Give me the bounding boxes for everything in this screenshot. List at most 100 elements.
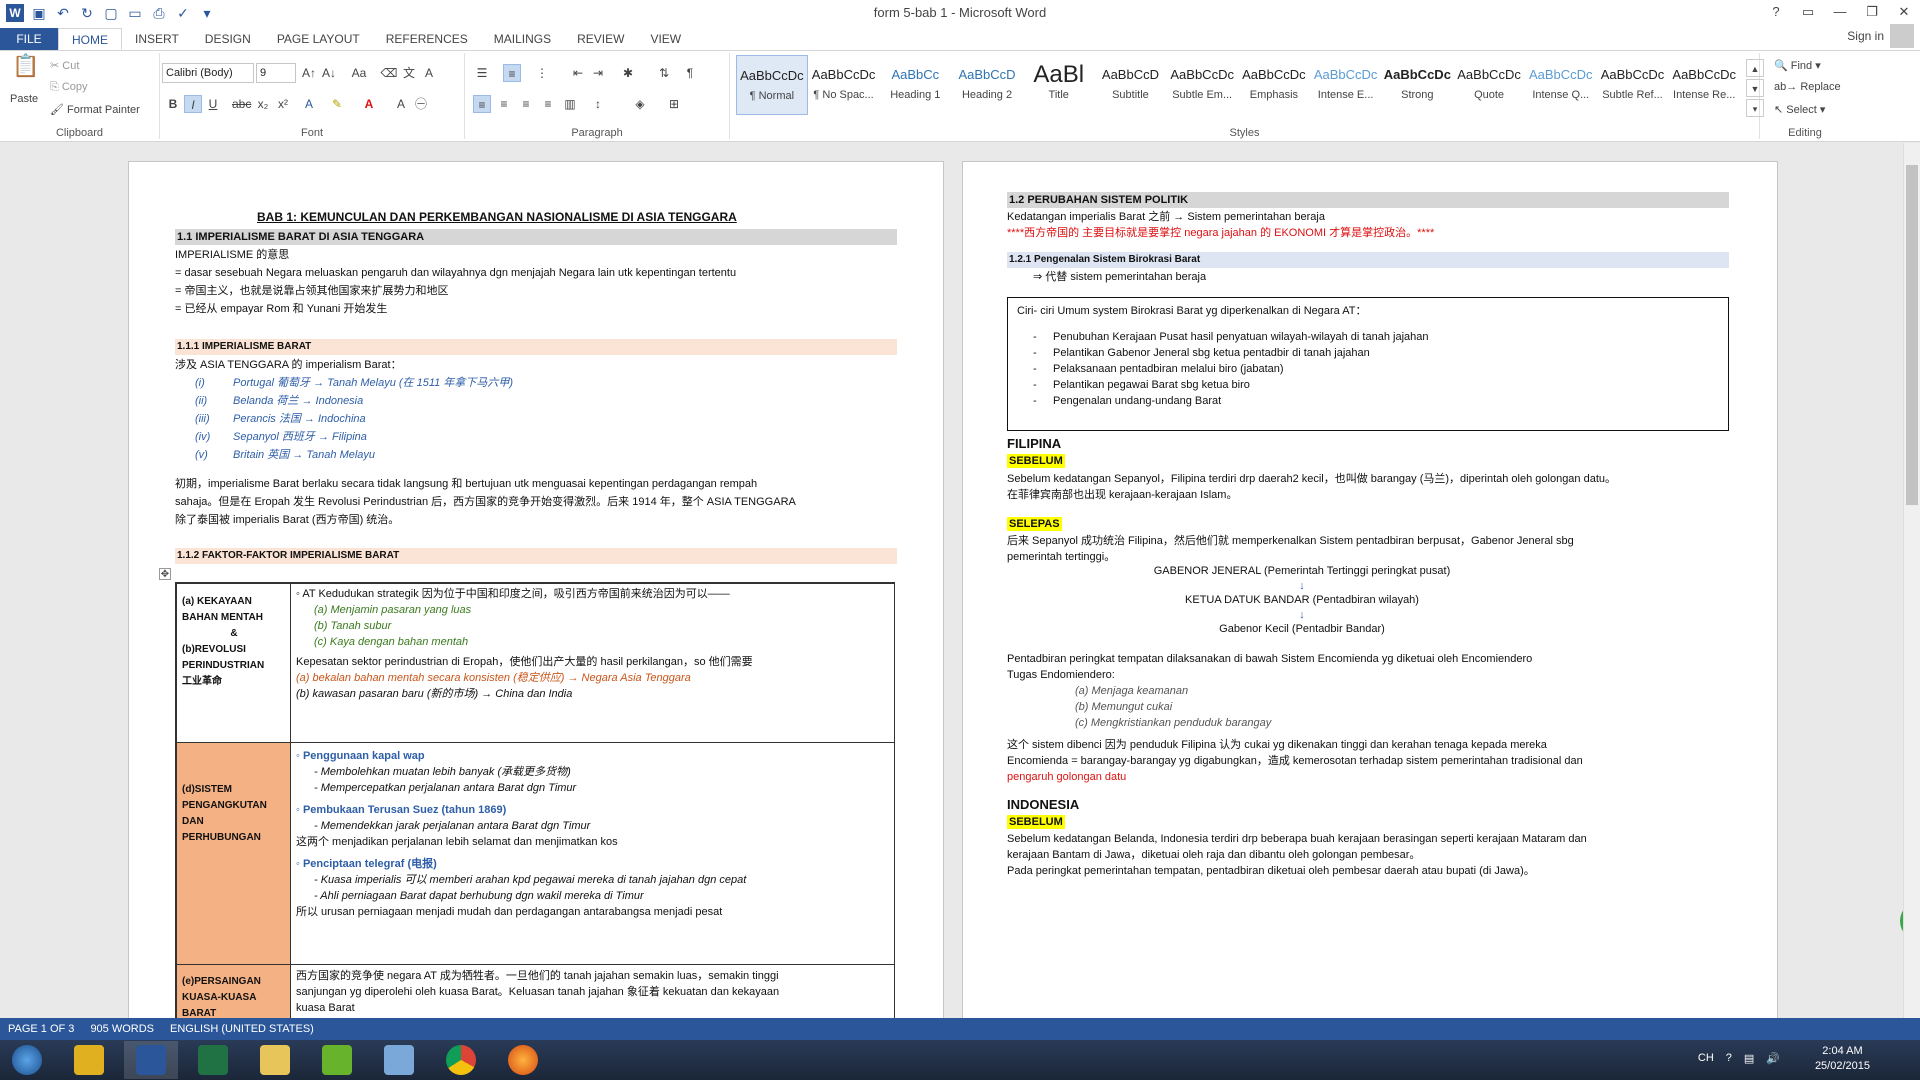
- paste-button[interactable]: Paste: [10, 93, 38, 105]
- table-move-handle-icon[interactable]: ✥: [159, 568, 171, 580]
- highlight-icon[interactable]: ✎: [328, 95, 346, 113]
- style-item[interactable]: AaBbCcDc Subtle Em...: [1166, 55, 1238, 115]
- page-2[interactable]: 1.2 PERUBAHAN SISTEM POLITIK Kedatangan …: [962, 161, 1778, 1018]
- bold-icon[interactable]: B: [164, 95, 182, 113]
- find-button[interactable]: 🔍 Find ▾: [1774, 59, 1821, 72]
- vertical-scrollbar[interactable]: [1903, 143, 1920, 1018]
- language-status[interactable]: ENGLISH (UNITED STATES): [162, 1018, 322, 1040]
- copy-button[interactable]: ⎘ Copy: [50, 81, 88, 94]
- text-effects-icon[interactable]: A: [300, 95, 318, 113]
- save-icon[interactable]: ▣: [30, 4, 48, 22]
- font-family-select[interactable]: Calibri (Body): [162, 63, 254, 83]
- taskbar-word[interactable]: [124, 1041, 178, 1079]
- font-color-icon[interactable]: A: [360, 95, 378, 113]
- redo-icon[interactable]: ↻: [78, 4, 96, 22]
- italic-icon[interactable]: I: [184, 95, 202, 113]
- change-case-icon[interactable]: Aa: [350, 64, 368, 82]
- justify-icon[interactable]: ≡: [539, 95, 557, 113]
- tab-view[interactable]: VIEW: [637, 28, 694, 50]
- tab-review[interactable]: REVIEW: [564, 28, 637, 50]
- sign-in-link[interactable]: Sign in: [1847, 29, 1884, 43]
- numbering-icon[interactable]: ≡: [503, 64, 521, 82]
- style-item[interactable]: AaBbCcD Heading 2: [951, 55, 1023, 115]
- taskbar-chrome[interactable]: [434, 1041, 488, 1079]
- style-item[interactable]: AaBl Title: [1023, 55, 1095, 115]
- superscript-icon[interactable]: x²: [274, 95, 292, 113]
- taskbar-explorer[interactable]: [248, 1041, 302, 1079]
- customize-qat-icon[interactable]: ▾: [198, 4, 216, 22]
- close-icon[interactable]: ✕: [1888, 0, 1920, 24]
- clear-formatting-icon[interactable]: ⌫: [380, 64, 398, 82]
- scrollbar-thumb[interactable]: [1906, 165, 1918, 505]
- word-count[interactable]: 905 WORDS: [82, 1018, 162, 1040]
- shrink-font-icon[interactable]: A↓: [320, 64, 338, 82]
- network-icon[interactable]: ▤: [1744, 1052, 1754, 1065]
- volume-icon[interactable]: 🔊: [1766, 1052, 1780, 1065]
- input-language[interactable]: CH: [1698, 1052, 1714, 1065]
- styles-scroll-down-icon[interactable]: ▼: [1746, 79, 1764, 97]
- taskbar-iqiyi[interactable]: [310, 1041, 364, 1079]
- character-border-icon[interactable]: A: [420, 64, 438, 82]
- start-button[interactable]: [0, 1041, 54, 1079]
- taskbar-app-1[interactable]: [62, 1041, 116, 1079]
- style-item[interactable]: AaBbCcDc Quote: [1453, 55, 1525, 115]
- tab-design[interactable]: DESIGN: [192, 28, 264, 50]
- help-tray-icon[interactable]: ?: [1726, 1052, 1732, 1065]
- tab-insert[interactable]: INSERT: [122, 28, 192, 50]
- styles-more-icon[interactable]: ▾: [1746, 99, 1764, 117]
- cut-button[interactable]: ✂ Cut: [50, 59, 79, 72]
- style-item[interactable]: AaBbCcDc Subtle Ref...: [1597, 55, 1669, 115]
- select-button[interactable]: ↖ Select ▾: [1774, 103, 1825, 116]
- style-item[interactable]: AaBbCcD Subtitle: [1095, 55, 1167, 115]
- clock[interactable]: 2:04 AM 25/02/2015: [1815, 1044, 1870, 1074]
- tab-references[interactable]: REFERENCES: [373, 28, 481, 50]
- page-count[interactable]: PAGE 1 OF 3: [0, 1018, 82, 1040]
- bullets-icon[interactable]: ☰: [473, 64, 491, 82]
- show-marks-icon[interactable]: ¶: [681, 64, 699, 82]
- strikethrough-icon[interactable]: abc: [232, 95, 251, 113]
- subscript-icon[interactable]: x₂: [254, 95, 272, 113]
- style-item[interactable]: AaBbCcDc Intense E...: [1310, 55, 1382, 115]
- undo-icon[interactable]: ↶: [54, 4, 72, 22]
- borders-icon[interactable]: ⊞: [665, 95, 683, 113]
- style-item[interactable]: AaBbCcDc Intense Q...: [1525, 55, 1597, 115]
- align-right-icon[interactable]: ≡: [517, 95, 535, 113]
- taskbar-excel[interactable]: [186, 1041, 240, 1079]
- tab-mailings[interactable]: MAILINGS: [481, 28, 564, 50]
- format-painter-button[interactable]: 🖌 Format Painter: [50, 103, 140, 116]
- font-size-select[interactable]: 9: [256, 63, 296, 83]
- avatar[interactable]: [1890, 24, 1914, 48]
- character-shading-icon[interactable]: A: [392, 95, 410, 113]
- word-logo-icon[interactable]: W: [6, 4, 24, 22]
- multilevel-list-icon[interactable]: ⋮: [533, 64, 551, 82]
- sort-icon[interactable]: ⇅: [655, 64, 673, 82]
- minimize-icon[interactable]: —: [1824, 0, 1856, 24]
- line-spacing-icon[interactable]: ↕: [589, 95, 607, 113]
- print-preview-icon[interactable]: ⎙: [150, 4, 168, 22]
- tab-home[interactable]: HOME: [58, 28, 122, 50]
- taskbar-firefox[interactable]: [496, 1041, 550, 1079]
- align-left-icon[interactable]: ≡: [473, 95, 491, 113]
- shading-icon[interactable]: ◈: [631, 95, 649, 113]
- styles-scroll-up-icon[interactable]: ▲: [1746, 59, 1764, 77]
- page-1[interactable]: BAB 1: KEMUNCULAN DAN PERKEMBANGAN NASIO…: [128, 161, 944, 1018]
- increase-indent-icon[interactable]: ⇥: [589, 64, 607, 82]
- decrease-indent-icon[interactable]: ⇤: [569, 64, 587, 82]
- style-item[interactable]: AaBbCcDc ¶ Normal: [736, 55, 808, 115]
- align-center-icon[interactable]: ≡: [495, 95, 513, 113]
- style-item[interactable]: AaBbCcDc Strong: [1381, 55, 1453, 115]
- phonetic-guide-icon[interactable]: 文: [400, 64, 418, 82]
- distributed-icon[interactable]: ▥: [561, 95, 579, 113]
- style-item[interactable]: AaBbCcDc ¶ No Spac...: [808, 55, 880, 115]
- restore-icon[interactable]: ❐: [1856, 0, 1888, 24]
- open-icon[interactable]: ▭: [126, 4, 144, 22]
- grow-font-icon[interactable]: A↑: [300, 64, 318, 82]
- tab-file[interactable]: FILE: [0, 28, 58, 50]
- new-document-icon[interactable]: ▢: [102, 4, 120, 22]
- help-icon[interactable]: ?: [1760, 0, 1792, 24]
- ribbon-display-icon[interactable]: ▭: [1792, 0, 1824, 24]
- underline-icon[interactable]: U: [204, 95, 222, 113]
- table-cell[interactable]: [176, 742, 291, 965]
- asian-layout-icon[interactable]: ✱: [619, 64, 637, 82]
- replace-button[interactable]: ab→ Replace: [1774, 81, 1841, 93]
